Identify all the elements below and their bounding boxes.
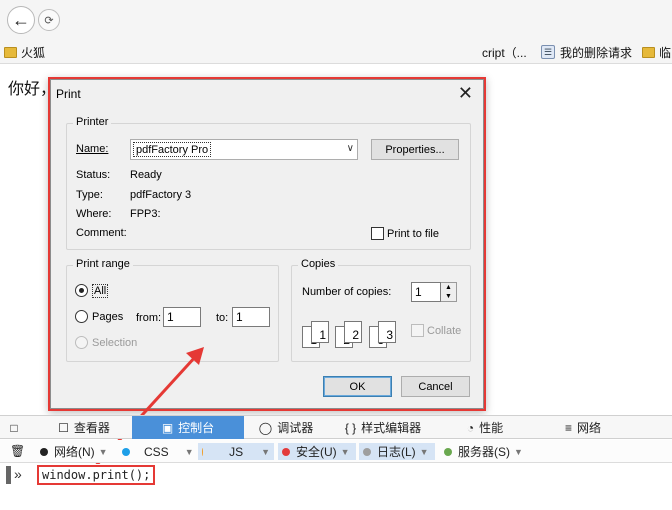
chevron-down-icon: ▼ [261, 446, 270, 457]
spin-up-icon[interactable]: ▲ [441, 283, 456, 292]
chevron-down-icon: ▼ [514, 446, 523, 457]
trash-icon[interactable]: 🗑 [6, 442, 29, 459]
filter-dot-icon [444, 447, 452, 456]
filter-css[interactable]: CSS ▼ [118, 443, 198, 460]
browser-toolbar: ← ⟳ [0, 0, 672, 40]
filter-network[interactable]: 网络(N) ▼ [36, 443, 112, 460]
filter-logging[interactable]: 日志(L) ▼ [359, 443, 435, 460]
tab-inspector[interactable]: ☐ 查看器 [38, 416, 130, 439]
copies-spinner[interactable]: ▲ ▼ [441, 282, 457, 302]
filter-dot-icon [363, 447, 371, 456]
filter-dot-icon [202, 447, 204, 456]
status-value: Ready [130, 169, 162, 181]
tab-style-editor[interactable]: { } 样式编辑器 [333, 416, 433, 439]
tab-network[interactable]: ≡ 网络 [548, 416, 618, 439]
to-input[interactable]: 1 [232, 307, 270, 327]
folder-icon [642, 46, 655, 58]
reload-icon[interactable]: ⟳ [38, 9, 60, 31]
type-label: Type: [76, 189, 103, 201]
filter-server[interactable]: 服务器(S) ▼ [440, 443, 527, 460]
type-value: pdfFactory 3 [130, 189, 192, 201]
collate-page-icon: 1 [311, 321, 329, 343]
print-range-group: Print range All Pages from: 1 to: 1 Sele… [66, 258, 279, 362]
chevron-down-icon: ▼ [98, 446, 108, 457]
devtools-tab-bar: □ ☐ 查看器 ▣ 控制台 ◯ 调试器 { } 样式编辑器 ◔ 性能 ≡ 网络 [0, 415, 672, 439]
radio-all-label: All [92, 284, 109, 298]
copies-group: Copies Number of copies: 1 ▲ ▼ 1 1 2 2 3… [291, 258, 471, 362]
console-input-area[interactable]: » window.print(); [0, 464, 672, 510]
to-label: to: [216, 312, 229, 324]
print-to-file-checkbox[interactable] [371, 227, 384, 240]
radio-selection[interactable] [75, 336, 88, 349]
cancel-button[interactable]: Cancel [401, 376, 470, 397]
printer-group: Printer Name: pdfFactory Pro ∨ Propertie… [66, 116, 471, 250]
console-icon: ▣ [161, 420, 174, 435]
where-value: FPP3: [130, 208, 161, 220]
copies-input[interactable]: 1 [411, 282, 441, 302]
print-range-title: Print range [73, 258, 133, 270]
bookmark-item[interactable]: 火狐 [4, 43, 45, 61]
chevron-down-icon: ▼ [419, 446, 429, 457]
tab-console[interactable]: ▣ 控制台 [132, 416, 244, 439]
copies-title: Copies [298, 258, 339, 270]
from-label: from: [136, 312, 162, 324]
bookmark-item[interactable]: 临 [642, 43, 671, 61]
chevron-down-icon: ▼ [340, 446, 350, 457]
radio-selection-label: Selection [92, 337, 138, 349]
from-input[interactable]: 1 [163, 307, 201, 327]
print-dialog: Print ✕ Printer Name: pdfFactory Pro ∨ P… [48, 77, 486, 411]
performance-icon: ◔ [466, 420, 475, 435]
pick-element-icon[interactable]: □ [0, 416, 28, 439]
comment-label: Comment: [76, 227, 127, 239]
filter-dot-icon [40, 447, 48, 456]
chevron-down-icon: ∨ [346, 143, 354, 154]
dialog-title: Print [56, 87, 81, 101]
input-marker [6, 466, 11, 484]
collate-checkbox[interactable] [411, 324, 424, 337]
ok-button[interactable]: OK [323, 376, 392, 397]
filter-js[interactable]: JS ▼ [198, 443, 274, 460]
bookmark-item[interactable]: ☰ 我的删除请求 [541, 43, 632, 61]
number-of-copies-label: Number of copies: [302, 286, 392, 298]
bookmark-page-icon: ☰ [541, 45, 555, 59]
tab-debugger[interactable]: ◯ 调试器 [246, 416, 326, 439]
console-filter-bar: 🗑 网络(N) ▼ CSS ▼ JS ▼ 安全(U) ▼ 日志(L) ▼ 服务器… [0, 440, 672, 463]
status-label: Status: [76, 169, 111, 181]
debugger-icon: ◯ [258, 420, 273, 435]
filter-dot-icon [282, 447, 290, 456]
bookmark-item[interactable]: cript（... [482, 43, 527, 61]
tab-performance[interactable]: ◔ 性能 [450, 416, 520, 439]
collate-page-icon: 3 [378, 321, 396, 343]
console-command[interactable]: window.print(); [37, 465, 156, 485]
inspector-icon: ☐ [58, 420, 69, 435]
filter-dot-icon [122, 447, 130, 456]
back-arrow-icon[interactable]: ← [7, 6, 35, 34]
radio-pages-label: Pages [92, 311, 124, 323]
spin-down-icon[interactable]: ▼ [441, 292, 456, 301]
printer-name-value: pdfFactory Pro [133, 142, 212, 157]
properties-button[interactable]: Properties... [371, 139, 459, 160]
print-to-file-label: Print to file [387, 228, 439, 240]
chevron-down-icon: ▼ [184, 446, 194, 457]
folder-icon [4, 46, 17, 58]
collate-page-icon: 2 [344, 321, 362, 343]
network-icon: ≡ [564, 420, 572, 435]
prompt-icon: » [14, 466, 22, 482]
where-label: Where: [76, 208, 112, 220]
printer-name-select[interactable]: pdfFactory Pro ∨ [130, 139, 358, 160]
printer-name-label: Name: [76, 143, 109, 155]
bookmarks-bar: 火狐 cript（... ☰ 我的删除请求 临 [0, 40, 672, 64]
radio-all[interactable] [75, 284, 88, 297]
page-content: 你好， Print ✕ Printer Name: pdfFactory Pro… [0, 65, 672, 415]
style-editor-icon: { } [344, 420, 357, 435]
filter-security[interactable]: 安全(U) ▼ [278, 443, 356, 460]
printer-group-title: Printer [73, 116, 112, 128]
radio-pages[interactable] [75, 310, 88, 323]
close-icon[interactable]: ✕ [458, 83, 473, 103]
collate-label: Collate [427, 325, 462, 337]
